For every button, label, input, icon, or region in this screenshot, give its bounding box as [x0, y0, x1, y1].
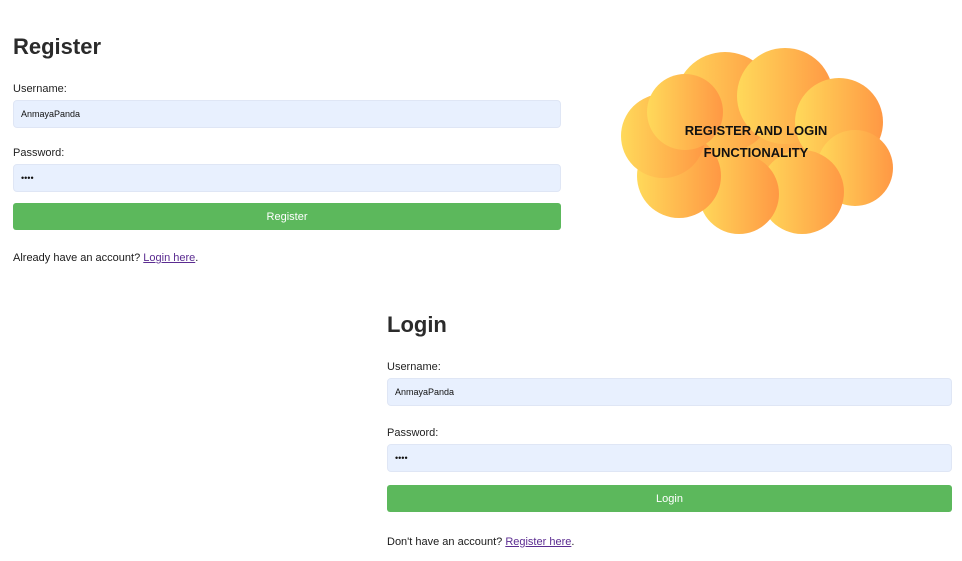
register-password-label: Password:: [13, 147, 65, 159]
callout-text: REGISTER AND LOGIN FUNCTIONALITY: [647, 120, 865, 164]
login-switch-suffix: .: [571, 536, 575, 548]
login-username-label: Username:: [387, 361, 441, 373]
callout-line-1: REGISTER AND LOGIN: [684, 123, 828, 138]
login-password-input[interactable]: [387, 444, 952, 472]
register-title: Register: [13, 34, 102, 59]
login-switch-prefix: Don't have an account?: [387, 536, 503, 548]
login-password-label: Password:: [387, 427, 439, 439]
register-switch-prefix: Already have an account?: [13, 252, 141, 264]
register-password-input[interactable]: [13, 164, 561, 192]
login-here-link[interactable]: Login here: [143, 252, 195, 264]
login-switch-text: Don't have an account? Register here.: [387, 537, 574, 548]
register-username-label: Username:: [13, 83, 67, 95]
login-button[interactable]: Login: [387, 485, 952, 512]
login-title: Login: [387, 312, 447, 337]
register-username-input[interactable]: [13, 100, 561, 128]
register-here-link[interactable]: Register here: [505, 536, 571, 548]
login-username-input[interactable]: [387, 378, 952, 406]
callout-line-2: FUNCTIONALITY: [703, 145, 809, 160]
register-button[interactable]: Register: [13, 203, 561, 230]
register-switch-text: Already have an account? Login here.: [13, 253, 198, 264]
feature-callout-cloud: REGISTER AND LOGIN FUNCTIONALITY: [617, 44, 897, 234]
register-switch-suffix: .: [195, 252, 199, 264]
